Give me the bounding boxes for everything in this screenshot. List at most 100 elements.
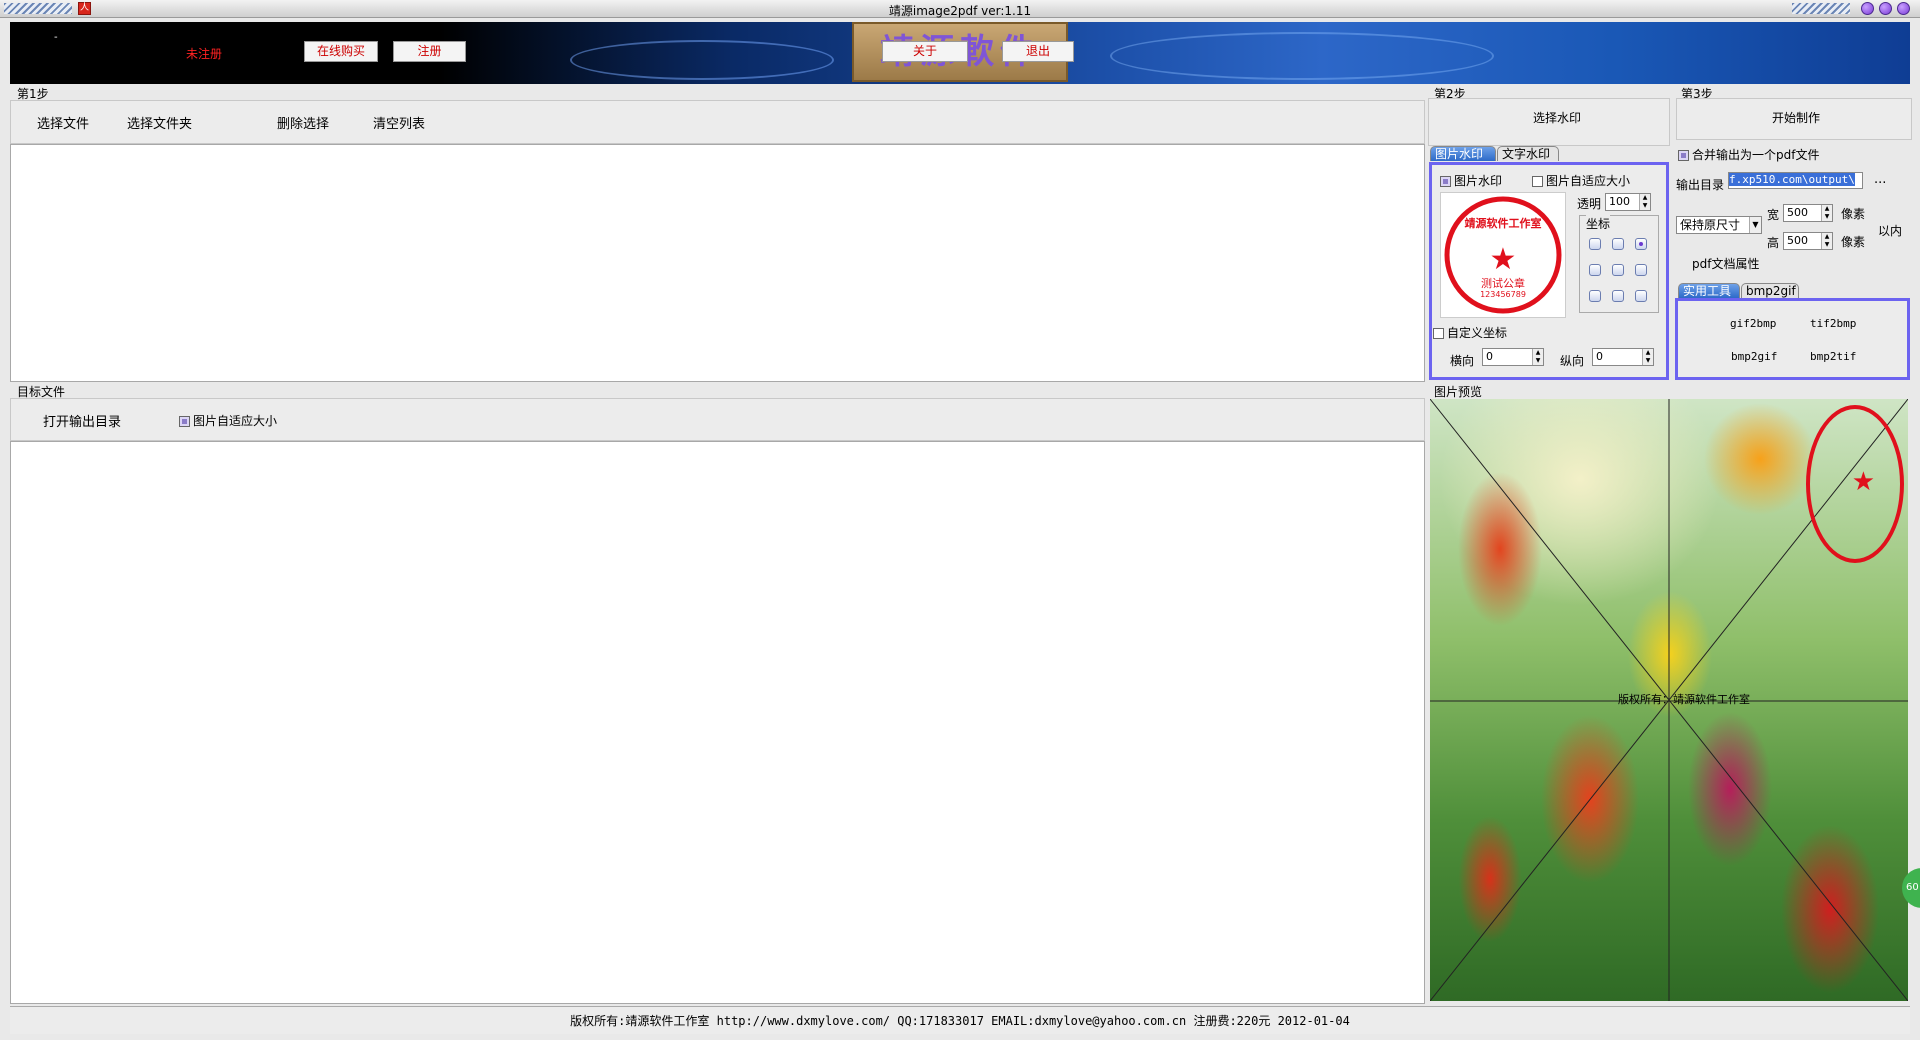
window-title: 靖源image2pdf ver:1.11	[888, 4, 1032, 18]
title-bar-grip-right	[1792, 3, 1850, 14]
title-bar: 人 靖源image2pdf ver:1.11	[0, 0, 1920, 18]
close-icon[interactable]	[1897, 2, 1910, 15]
merge-output-checkbox[interactable]: 合并输出为一个pdf文件	[1678, 146, 1819, 163]
image-autofit-label: 图片自适应大小	[1546, 174, 1631, 188]
select-files-button[interactable]: 选择文件	[37, 113, 89, 132]
minimize-icon[interactable]	[1861, 2, 1874, 15]
output-dir-value: f.xp510.com\output\	[1729, 173, 1855, 186]
clear-list-button[interactable]: 清空列表	[373, 113, 425, 132]
horizontal-label: 横向	[1450, 354, 1475, 368]
target-file-list[interactable]	[10, 441, 1425, 1004]
tab-text-watermark[interactable]: 文字水印	[1497, 146, 1559, 161]
register-button[interactable]: 注册	[393, 41, 466, 62]
width-label: 宽	[1767, 208, 1780, 222]
spin-arrows-icon[interactable]: ▲ ▼	[1821, 205, 1832, 221]
target-toolbar: 打开输出目录 图片自适应大小	[10, 398, 1425, 441]
size-mode-select[interactable]: 保持原尺寸 ▼	[1676, 216, 1762, 234]
horizontal-value: 0	[1486, 350, 1493, 363]
position-top-left[interactable]	[1589, 238, 1601, 250]
banner-dot: -	[54, 32, 58, 43]
opacity-label: 透明	[1577, 197, 1602, 211]
unregistered-label: 未注册	[186, 47, 223, 61]
tif2bmp-button[interactable]: tif2bmp	[1810, 317, 1856, 330]
image-autofit-checkbox[interactable]: 图片自适应大小	[1532, 172, 1630, 189]
open-output-dir-button[interactable]: 打开输出目录	[43, 411, 121, 430]
size-mode-value: 保持原尺寸	[1680, 218, 1741, 232]
stamp-bottom-text: 测试公章	[1481, 277, 1525, 290]
height-spinner[interactable]: 500 ▲ ▼	[1783, 232, 1833, 250]
output-dir-label: 输出目录	[1676, 178, 1725, 192]
spin-arrows-icon[interactable]: ▲ ▼	[1821, 233, 1832, 249]
exit-button[interactable]: 退出	[1002, 41, 1074, 62]
bmp2gif-button[interactable]: bmp2gif	[1731, 350, 1777, 363]
width-value: 500	[1787, 206, 1808, 219]
start-button[interactable]: 开始制作	[1772, 109, 1820, 126]
stamp-number: 123456789	[1480, 290, 1526, 299]
tab-utilities[interactable]: 实用工具	[1678, 283, 1740, 298]
checkbox-icon[interactable]	[1440, 176, 1451, 187]
preview-watermark-text: 版权所有：靖源软件工作室	[1618, 693, 1750, 706]
step3-header: 开始制作	[1676, 98, 1912, 140]
select-watermark-button[interactable]: 选择水印	[1533, 109, 1581, 126]
checkbox-icon[interactable]	[1678, 150, 1689, 161]
tools-panel: gif2bmp tif2bmp bmp2gif bmp2tif	[1675, 298, 1910, 380]
svg-text:★: ★	[1490, 242, 1517, 277]
gif2bmp-button[interactable]: gif2bmp	[1730, 317, 1776, 330]
vertical-value: 0	[1596, 350, 1603, 363]
about-button[interactable]: 关于	[882, 41, 968, 62]
star-icon: ★	[1851, 467, 1875, 497]
watermark-stamp-image: ★ 靖源软件工作室 测试公章 123456789	[1440, 192, 1566, 318]
position-bottom-center[interactable]	[1612, 290, 1624, 302]
spin-arrows-icon[interactable]: ▲ ▼	[1532, 349, 1543, 365]
banner-wave	[570, 40, 834, 80]
image-watermark-checkbox[interactable]: 图片水印	[1440, 172, 1502, 189]
maximize-icon[interactable]	[1879, 2, 1892, 15]
tab-image-watermark[interactable]: 图片水印	[1430, 146, 1496, 161]
source-file-list[interactable]	[10, 144, 1425, 382]
custom-coord-checkbox[interactable]: 自定义坐标	[1433, 324, 1507, 341]
coord-label: 坐标	[1586, 215, 1611, 232]
spin-arrows-icon[interactable]: ▲ ▼	[1639, 194, 1650, 210]
within-label: 以内	[1878, 224, 1903, 238]
browse-button[interactable]: ...	[1874, 172, 1886, 187]
select-folder-button[interactable]: 选择文件夹	[127, 113, 192, 132]
height-unit: 像素	[1841, 235, 1866, 249]
height-label: 高	[1767, 236, 1780, 250]
horizontal-spinner[interactable]: 0 ▲ ▼	[1482, 348, 1544, 366]
image-watermark-label: 图片水印	[1454, 174, 1503, 188]
opacity-spinner[interactable]: 100 ▲ ▼	[1605, 193, 1651, 211]
spin-arrows-icon[interactable]: ▲ ▼	[1642, 349, 1653, 365]
height-value: 500	[1787, 234, 1808, 247]
output-dir-field[interactable]: f.xp510.com\output\	[1728, 172, 1863, 189]
position-middle-right[interactable]	[1635, 264, 1647, 276]
pdf-properties-button[interactable]: pdf文档属性	[1692, 255, 1759, 272]
target-autofit-label: 图片自适应大小	[193, 414, 278, 428]
chevron-down-icon[interactable]: ▼	[1749, 217, 1761, 233]
step1-toolbar: 选择文件 选择文件夹 删除选择 清空列表	[10, 100, 1425, 144]
bmp2tif-button[interactable]: bmp2tif	[1810, 350, 1856, 363]
position-bottom-left[interactable]	[1589, 290, 1601, 302]
banner-wave	[1110, 32, 1494, 80]
stamp-top-text: 靖源软件工作室	[1464, 217, 1542, 230]
image-preview: ★ 版权所有：靖源软件工作室	[1430, 399, 1908, 1001]
vertical-spinner[interactable]: 0 ▲ ▼	[1592, 348, 1654, 366]
position-top-center[interactable]	[1612, 238, 1624, 250]
position-center[interactable]	[1612, 264, 1624, 276]
delete-selected-button[interactable]: 删除选择	[277, 113, 329, 132]
checkbox-icon[interactable]	[1433, 328, 1444, 339]
vertical-label: 纵向	[1560, 354, 1585, 368]
buy-online-button[interactable]: 在线购买	[304, 41, 378, 62]
width-unit: 像素	[1841, 207, 1866, 221]
status-bar: 版权所有:靖源软件工作室 http://www.dxmylove.com/ QQ…	[10, 1006, 1910, 1034]
position-bottom-right[interactable]	[1635, 290, 1647, 302]
position-top-right[interactable]	[1635, 238, 1647, 250]
checkbox-icon[interactable]	[1532, 176, 1543, 187]
width-spinner[interactable]: 500 ▲ ▼	[1783, 204, 1833, 222]
preview-label: 图片预览	[1434, 385, 1483, 399]
tab-bmp2gif[interactable]: bmp2gif	[1741, 283, 1799, 298]
position-middle-left[interactable]	[1589, 264, 1601, 276]
target-autofit-checkbox[interactable]: 图片自适应大小	[179, 412, 277, 429]
step2-header: 选择水印	[1428, 98, 1670, 146]
opacity-value: 100	[1609, 195, 1630, 208]
checkbox-icon[interactable]	[179, 416, 190, 427]
